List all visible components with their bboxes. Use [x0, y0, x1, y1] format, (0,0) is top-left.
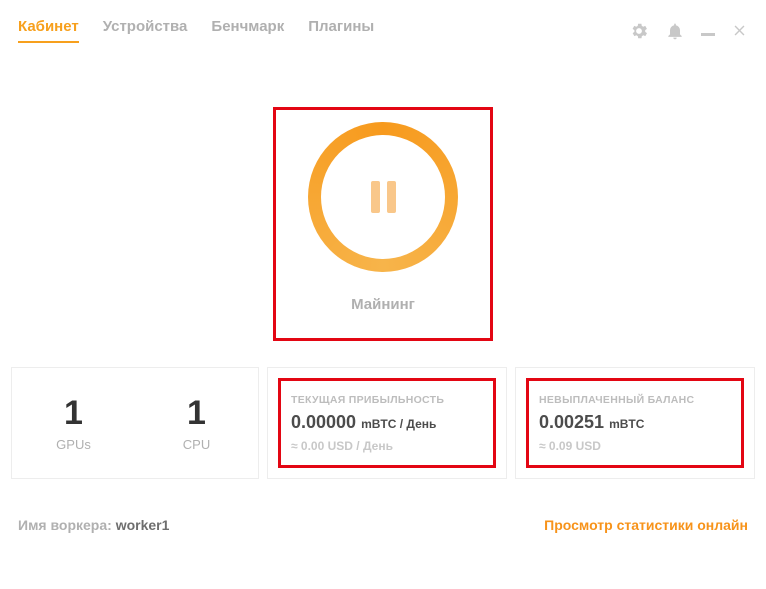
worker-name-label: Имя воркера: worker1	[18, 517, 169, 533]
tab-devices[interactable]: Устройства	[103, 18, 188, 43]
balance-sub: ≈ 0.09 USD	[539, 439, 731, 453]
profitability-title: ТЕКУЩАЯ ПРИБЫЛЬНОСТЬ	[291, 394, 483, 406]
main-tabs: Кабинет Устройства Бенчмарк Плагины	[18, 18, 374, 43]
profitability-sub: ≈ 0.00 USD / День	[291, 439, 483, 453]
close-icon[interactable]	[731, 22, 748, 39]
tab-dashboard[interactable]: Кабинет	[18, 18, 79, 43]
mining-panel: Майнинг	[273, 107, 493, 341]
minimize-icon[interactable]	[701, 25, 715, 36]
view-stats-link[interactable]: Просмотр статистики онлайн	[544, 517, 748, 533]
profitability-value: 0.00000 mBTC / День	[291, 412, 483, 433]
gpu-label: GPUs	[56, 437, 91, 452]
mining-toggle-button[interactable]	[308, 122, 458, 272]
gear-icon[interactable]	[629, 21, 649, 41]
balance-value: 0.00251 mBTC	[539, 412, 731, 433]
profitability-card: ТЕКУЩАЯ ПРИБЫЛЬНОСТЬ 0.00000 mBTC / День…	[267, 367, 507, 479]
balance-card: НЕВЫПЛАЧЕННЫЙ БАЛАНС 0.00251 mBTC ≈ 0.09…	[515, 367, 755, 479]
devices-card: 1 GPUs 1 CPU	[11, 367, 259, 479]
cpu-label: CPU	[183, 437, 210, 452]
bell-icon[interactable]	[665, 20, 685, 42]
mining-label: Майнинг	[351, 296, 415, 313]
tab-benchmark[interactable]: Бенчмарк	[211, 18, 284, 43]
tab-plugins[interactable]: Плагины	[308, 18, 374, 43]
gpu-count: 1	[64, 394, 83, 433]
balance-title: НЕВЫПЛАЧЕННЫЙ БАЛАНС	[539, 394, 731, 406]
cpu-count: 1	[187, 394, 206, 433]
window-controls	[629, 20, 748, 42]
pause-icon	[371, 181, 396, 213]
